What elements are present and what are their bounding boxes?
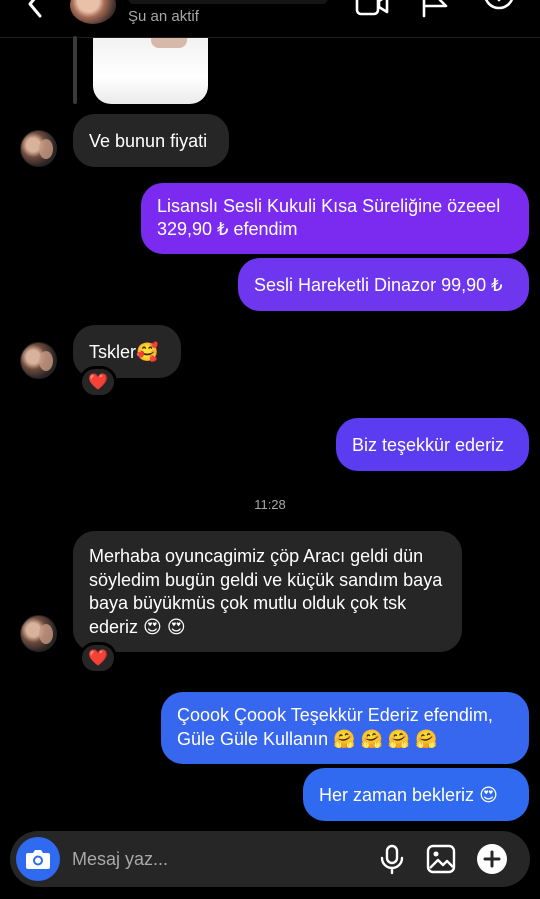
message-text: Sesli Hareketli Dinazor 99,90 ₺ — [254, 274, 503, 295]
incoming-message[interactable]: Ve bunun fiyati — [73, 114, 229, 167]
contact-name[interactable] — [128, 0, 328, 4]
message-text: Biz teşekkür ederiz — [352, 434, 505, 455]
heart-icon: ❤️ — [88, 374, 108, 391]
message-text: Merhaba oyuncagimiz çöp Aracı geldi dün … — [89, 546, 443, 637]
reply-indicator — [73, 36, 77, 104]
outgoing-message[interactable]: Çoook Çoook Teşekkür Ederiz efendim, Gül… — [161, 692, 529, 764]
flag-icon[interactable] — [420, 0, 450, 18]
gallery-icon[interactable] — [425, 843, 457, 875]
message-emoji: 😍 — [479, 784, 498, 805]
outgoing-message[interactable]: Lisanslı Sesli Kukuli Kısa Süreliğine öz… — [141, 183, 529, 254]
heart-icon: ❤️ — [88, 650, 108, 667]
heart-reaction[interactable]: ❤️ — [79, 642, 117, 674]
contact-status: Şu an aktif — [128, 8, 199, 25]
sender-avatar[interactable] — [20, 342, 57, 379]
message-text: Ve bunun fiyati — [89, 130, 208, 151]
video-call-icon[interactable] — [355, 0, 389, 18]
camera-icon — [26, 850, 50, 869]
outgoing-message[interactable]: Her zaman bekleriz 😍 — [303, 768, 529, 821]
outgoing-message[interactable]: Sesli Hareketli Dinazor 99,90 ₺ — [238, 258, 529, 311]
camera-button[interactable] — [16, 837, 60, 881]
image-content — [151, 38, 187, 48]
chevron-left-icon[interactable] — [20, 0, 50, 20]
message-input[interactable] — [72, 847, 352, 871]
outgoing-message[interactable]: Biz teşekkür ederiz — [336, 418, 529, 471]
incoming-message[interactable]: Merhaba oyuncagimiz çöp Aracı geldi dün … — [73, 531, 462, 652]
microphone-icon[interactable] — [376, 843, 408, 875]
plus-icon[interactable] — [476, 843, 508, 875]
message-text: Tskler — [89, 341, 137, 362]
shared-image[interactable] — [93, 38, 208, 104]
contact-avatar[interactable] — [70, 0, 116, 24]
timestamp: 11:28 — [254, 497, 286, 512]
message-text: Lisanslı Sesli Kukuli Kısa Süreliğine öz… — [157, 196, 501, 239]
message-emoji: 🥰 — [136, 341, 159, 362]
heart-reaction[interactable]: ❤️ — [79, 366, 117, 398]
sender-avatar[interactable] — [20, 130, 57, 167]
chat-header: Şu an aktif — [0, 0, 540, 38]
message-emoji: 😍 😍 — [143, 616, 186, 637]
message-emoji: 🤗 🤗 🤗 🤗 — [333, 728, 438, 749]
info-icon[interactable] — [482, 0, 516, 18]
message-composer — [10, 831, 530, 887]
sender-avatar[interactable] — [20, 615, 57, 652]
message-text: Her zaman bekleriz — [319, 784, 475, 805]
